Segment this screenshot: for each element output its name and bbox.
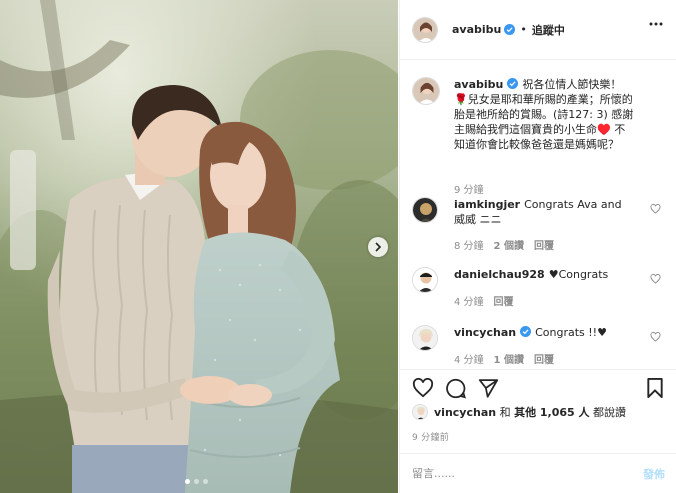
comments-list[interactable]: avabibu 祝各位情人節快樂！🌹兒女是耶和華所賜的產業；所懷的胎是祂所給的賞賜… (400, 61, 676, 368)
comment-like-heart-icon[interactable] (650, 204, 661, 214)
reply-button[interactable]: 回覆 (534, 351, 554, 366)
carousel-dot (203, 479, 208, 484)
likes-others-link[interactable]: 其他 1,065 人 (514, 404, 589, 420)
caption-meta: 9 分鐘 (454, 181, 484, 196)
bookmark-save-icon[interactable] (646, 378, 664, 399)
comment-username[interactable]: danielchau928 (454, 268, 545, 281)
likes-username[interactable]: vincychan (434, 406, 496, 419)
comment-time[interactable]: 4 分鐘 (454, 293, 484, 308)
comment-likes[interactable]: 1 個讚 (494, 351, 524, 366)
comment-bubble-icon[interactable] (445, 378, 466, 399)
avatar[interactable] (412, 404, 428, 420)
comment-meta: 4 分鐘 1 個讚 回覆 (454, 351, 554, 366)
action-bar (400, 369, 676, 409)
avatar[interactable] (412, 16, 438, 43)
comment-time[interactable]: 8 分鐘 (454, 237, 484, 252)
share-send-icon[interactable] (478, 378, 499, 398)
avatar-iamkingjer-icon (413, 198, 437, 222)
comment-like-heart-icon[interactable] (650, 332, 661, 342)
comment-item: iamkingjer Congrats Ava and 威威 ニニ 8 分鐘 2 … (412, 197, 667, 252)
verified-badge-icon (507, 78, 519, 89)
comment-item: vincychan Congrats !!♥ 4 分鐘 1 個讚 回覆 (412, 325, 667, 368)
avatar-vincychan-icon (413, 405, 427, 419)
next-photo-button[interactable] (368, 237, 388, 257)
likes-summary: vincychan 和 其他 1,065 人 都說讚 (412, 404, 626, 420)
post-comment-button[interactable]: 發佈 (643, 466, 665, 482)
comment-time[interactable]: 4 分鐘 (454, 351, 484, 366)
verified-badge-icon (520, 326, 532, 337)
verified-badge-icon (504, 24, 516, 35)
comment-likes[interactable]: 2 個讚 (494, 237, 524, 252)
post-side-panel: avabibu • 追蹤中 avabibu 祝各位情人節快樂！🌹兒女是耶和華所賜… (399, 0, 676, 493)
following-button[interactable]: 追蹤中 (532, 22, 565, 38)
avatar-danielchau928-icon (413, 268, 437, 292)
caption-body: avabibu 祝各位情人節快樂！🌹兒女是耶和華所賜的產業；所懷的胎是祂所給的賞賜… (454, 77, 634, 152)
comment-body: iamkingjer Congrats Ava and 威威 ニニ (454, 197, 629, 227)
comment-username[interactable]: iamkingjer (454, 198, 520, 211)
avatar-avabibu-icon (413, 78, 439, 104)
comment-username[interactable]: vincychan (454, 326, 516, 339)
carousel-dot-active (185, 479, 190, 484)
avatar[interactable] (412, 325, 438, 351)
comment-text: Congrats !!♥ (535, 326, 607, 339)
more-options-icon[interactable] (649, 22, 663, 26)
avatar-avabibu-icon (413, 17, 437, 42)
comment-like-heart-icon[interactable] (650, 274, 661, 284)
caption-username[interactable]: avabibu (454, 78, 503, 91)
couple-photo-illustration (0, 0, 398, 493)
caption-time[interactable]: 9 分鐘 (454, 181, 484, 196)
header-username[interactable]: avabibu (452, 23, 501, 36)
reply-button[interactable]: 回覆 (494, 293, 514, 308)
reply-button[interactable]: 回覆 (534, 237, 554, 252)
comment-body: vincychan Congrats !!♥ (454, 325, 629, 340)
comment-input[interactable] (412, 467, 643, 480)
caption: avabibu 祝各位情人節快樂！🌹兒女是耶和華所賜的產業；所懷的胎是祂所給的賞賜… (412, 77, 667, 196)
post-header: avabibu • 追蹤中 (400, 0, 676, 60)
post-timestamp[interactable]: 9 分鐘前 (412, 430, 449, 443)
avatar[interactable] (412, 77, 440, 105)
likes-suffix: 都說讚 (589, 406, 627, 419)
likes-connector: 和 (496, 406, 515, 419)
chevron-right-icon (375, 242, 382, 252)
comment-text: ♥Congrats (548, 268, 609, 281)
avatar-vincychan-icon (413, 326, 437, 350)
carousel-dots (185, 479, 208, 484)
header-separator: • (520, 23, 527, 36)
add-comment-bar: 發佈 (400, 453, 676, 493)
instagram-post-view: avabibu • 追蹤中 avabibu 祝各位情人節快樂！🌹兒女是耶和華所賜… (0, 0, 676, 493)
comment-meta: 8 分鐘 2 個讚 回覆 (454, 237, 554, 252)
comment-meta: 4 分鐘 回覆 (454, 293, 514, 308)
avatar[interactable] (412, 267, 438, 293)
carousel-dot (194, 479, 199, 484)
post-photo[interactable] (0, 0, 398, 493)
comment-item: danielchau928 ♥Congrats 4 分鐘 回覆 (412, 267, 667, 317)
like-heart-icon[interactable] (412, 378, 434, 398)
comment-body: danielchau928 ♥Congrats (454, 267, 629, 282)
avatar[interactable] (412, 197, 438, 223)
